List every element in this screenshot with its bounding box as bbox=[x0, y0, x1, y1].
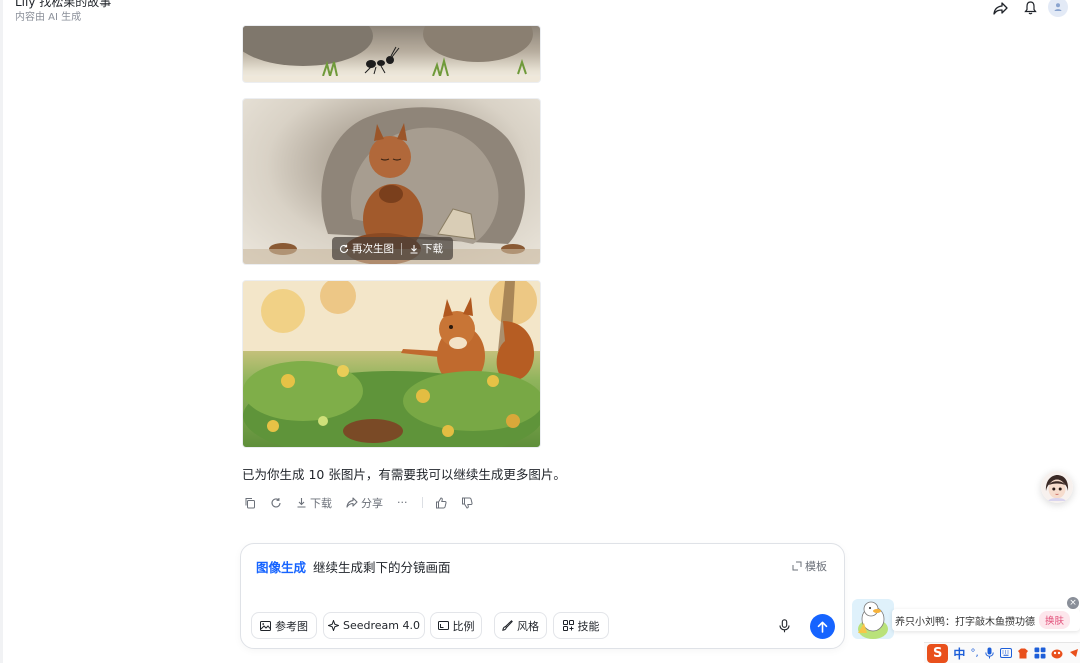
image-icon bbox=[260, 620, 271, 631]
download-icon bbox=[410, 244, 418, 254]
bell-icon[interactable] bbox=[1020, 0, 1040, 16]
ime-promo-popup: 养只小刘鸭：打字敲木鱼攒功德 换肤 bbox=[852, 599, 1080, 639]
change-skin-button[interactable]: 换肤 bbox=[1039, 611, 1071, 629]
ime-punctuation-toggle[interactable]: °, bbox=[970, 648, 978, 659]
ime-toolbox-icon[interactable] bbox=[1034, 647, 1046, 659]
download-image-button[interactable]: 下载 bbox=[402, 237, 450, 260]
download-button[interactable]: 下载 bbox=[296, 495, 332, 511]
brush-icon bbox=[502, 620, 513, 631]
sogou-logo-icon[interactable]: S bbox=[927, 643, 949, 663]
refresh-icon bbox=[340, 244, 349, 253]
generated-image-ant[interactable] bbox=[242, 25, 541, 83]
assistant-avatar-floating[interactable] bbox=[1041, 471, 1073, 503]
ime-keyboard-icon[interactable] bbox=[1000, 647, 1013, 659]
sparkle-icon bbox=[328, 620, 339, 631]
regenerate-image-button[interactable]: 再次生图 bbox=[332, 237, 401, 260]
skills-button[interactable]: 技能 bbox=[553, 612, 609, 639]
copy-button[interactable] bbox=[244, 497, 256, 509]
share-label: 分享 bbox=[361, 496, 383, 510]
reference-image-label: 参考图 bbox=[275, 619, 308, 633]
window-left-edge bbox=[0, 0, 3, 663]
thumbs-down-icon bbox=[461, 497, 473, 509]
grid-icon bbox=[562, 620, 574, 631]
model-select-button[interactable]: Seedream 4.0 bbox=[323, 612, 425, 639]
thumbs-up-icon bbox=[435, 496, 447, 508]
chat-input-box: 图像生成 继续生成剩下的分镜画面 模板 参考图 Seedream 4.0 比例 … bbox=[240, 543, 845, 649]
ime-promo-text: 养只小刘鸭：打字敲木鱼攒功德 bbox=[895, 616, 1035, 628]
expand-icon bbox=[792, 561, 802, 571]
thumbs-up-button[interactable] bbox=[435, 496, 447, 509]
duck-mascot-icon bbox=[852, 599, 894, 639]
image-overlay-toolbar: 再次生图 下载 bbox=[332, 237, 453, 260]
aspect-ratio-label: 比例 bbox=[452, 619, 475, 633]
reference-image-button[interactable]: 参考图 bbox=[251, 612, 317, 639]
prompt-input[interactable]: 继续生成剩下的分镜画面 bbox=[313, 557, 451, 576]
aspect-ratio-button[interactable]: 比例 bbox=[430, 612, 482, 639]
share-button[interactable]: 分享 bbox=[346, 495, 383, 511]
download-image-label: 下载 bbox=[422, 243, 443, 255]
download-label: 下载 bbox=[310, 496, 332, 510]
refresh-icon bbox=[271, 497, 281, 507]
actions-divider bbox=[421, 497, 423, 508]
more-icon: ··· bbox=[397, 496, 408, 509]
microphone-icon[interactable] bbox=[777, 618, 791, 634]
template-label: 模板 bbox=[805, 560, 827, 573]
ime-promo-bar[interactable]: 养只小刘鸭：打字敲木鱼攒功德 换肤 bbox=[892, 609, 1080, 631]
user-avatar[interactable] bbox=[1048, 0, 1068, 17]
template-button[interactable]: 模板 bbox=[792, 558, 827, 574]
arrow-up-icon bbox=[817, 621, 828, 633]
ime-toolbar: S 中 °, bbox=[924, 642, 1080, 663]
share-icon bbox=[346, 497, 358, 508]
message-actions: 下载 分享 ··· bbox=[244, 494, 487, 511]
ime-skin-icon[interactable] bbox=[1017, 647, 1029, 659]
thumbs-down-button[interactable] bbox=[461, 497, 473, 509]
regenerate-button[interactable] bbox=[270, 497, 282, 509]
image-generation-mode-tag[interactable]: 图像生成 bbox=[256, 557, 306, 576]
more-button[interactable]: ··· bbox=[397, 496, 408, 509]
ime-game-icon[interactable] bbox=[1051, 647, 1063, 659]
style-button[interactable]: 风格 bbox=[494, 612, 547, 639]
copy-icon bbox=[245, 497, 255, 508]
ratio-icon bbox=[437, 621, 449, 630]
share-icon[interactable] bbox=[990, 0, 1010, 16]
skills-label: 技能 bbox=[577, 619, 600, 633]
ime-language-toggle[interactable]: 中 bbox=[953, 645, 965, 662]
send-button[interactable] bbox=[810, 614, 835, 639]
assistant-message: 已为你生成 10 张图片，有需要我可以继续生成更多图片。 bbox=[242, 467, 566, 482]
model-label: Seedream 4.0 bbox=[343, 619, 420, 632]
ai-generated-notice: 内容由 AI 生成 bbox=[15, 12, 82, 23]
generated-image-pointing-squirrel[interactable] bbox=[242, 280, 541, 448]
regenerate-image-label: 再次生图 bbox=[352, 243, 394, 255]
style-label: 风格 bbox=[517, 619, 539, 633]
ime-voice-icon[interactable] bbox=[984, 647, 996, 659]
generated-image-sleeping-squirrel[interactable]: 再次生图 下载 bbox=[242, 98, 541, 265]
download-icon bbox=[297, 498, 306, 508]
ime-cloud-icon[interactable] bbox=[1068, 647, 1080, 659]
